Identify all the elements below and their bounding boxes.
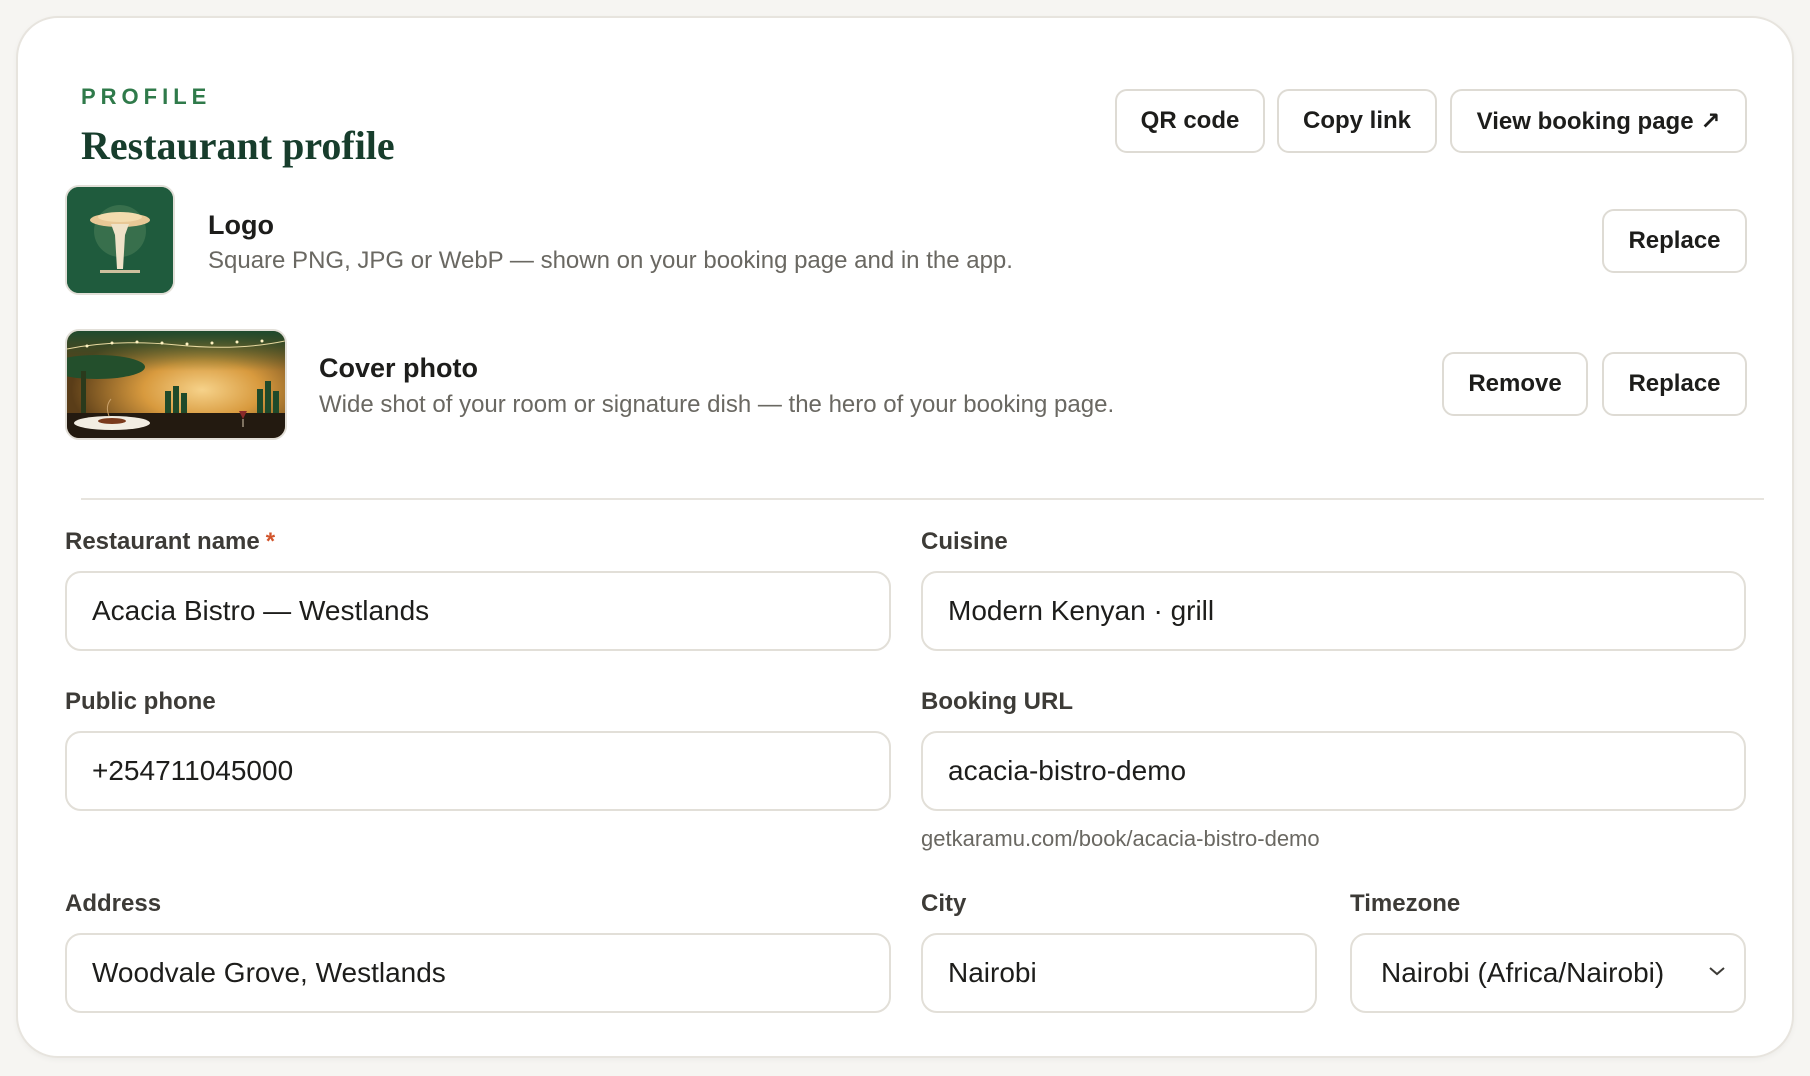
city-label: City: [921, 890, 967, 917]
required-marker: *: [265, 528, 276, 555]
profile-card: PROFILE Restaurant profile QR code Copy …: [16, 16, 1794, 1058]
logo-description: Square PNG, JPG or WebP — shown on your …: [208, 247, 1013, 274]
booking-url-input[interactable]: acacia-bistro-demo: [921, 731, 1746, 811]
chevron-down-icon: [1709, 967, 1725, 976]
table-lamp-icon: [67, 187, 173, 293]
view-booking-page-button[interactable]: View booking page ↗: [1450, 89, 1747, 153]
cuisine-label: Cuisine: [921, 528, 1008, 555]
public-phone-label: Public phone: [65, 688, 216, 715]
logo-thumbnail: [65, 185, 175, 295]
cuisine-input[interactable]: Modern Kenyan · grill: [921, 571, 1746, 651]
cover-replace-button[interactable]: Replace: [1602, 352, 1747, 416]
cover-photo-image: [67, 331, 285, 438]
logo-title: Logo: [208, 210, 274, 240]
logo-replace-button[interactable]: Replace: [1602, 209, 1747, 273]
address-label: Address: [65, 890, 162, 917]
restaurant-name-input[interactable]: Acacia Bistro — Westlands: [65, 571, 891, 651]
timezone-select[interactable]: Nairobi (Africa/Nairobi): [1350, 933, 1746, 1013]
booking-url-label: Booking URL: [921, 688, 1073, 715]
section-eyebrow: PROFILE: [81, 84, 212, 109]
cover-photo-thumbnail: [65, 329, 287, 440]
booking-url-helper: getkaramu.com/book/acacia-bistro-demo: [921, 826, 1320, 851]
timezone-label: Timezone: [1350, 890, 1461, 917]
page-title: Restaurant profile: [81, 123, 395, 168]
restaurant-name-label: Restaurant name *: [65, 528, 276, 555]
cover-remove-button[interactable]: Remove: [1442, 352, 1588, 416]
cover-photo-title: Cover photo: [319, 353, 478, 383]
copy-link-button[interactable]: Copy link: [1277, 89, 1437, 153]
section-divider: [81, 498, 1764, 500]
qr-code-button[interactable]: QR code: [1115, 89, 1265, 153]
address-input[interactable]: Woodvale Grove, Westlands: [65, 933, 891, 1013]
timezone-selected-value: Nairobi (Africa/Nairobi): [1381, 957, 1665, 988]
cover-photo-description: Wide shot of your room or signature dish…: [319, 391, 1115, 418]
public-phone-input[interactable]: +254711045000: [65, 731, 891, 811]
city-input[interactable]: Nairobi: [921, 933, 1317, 1013]
